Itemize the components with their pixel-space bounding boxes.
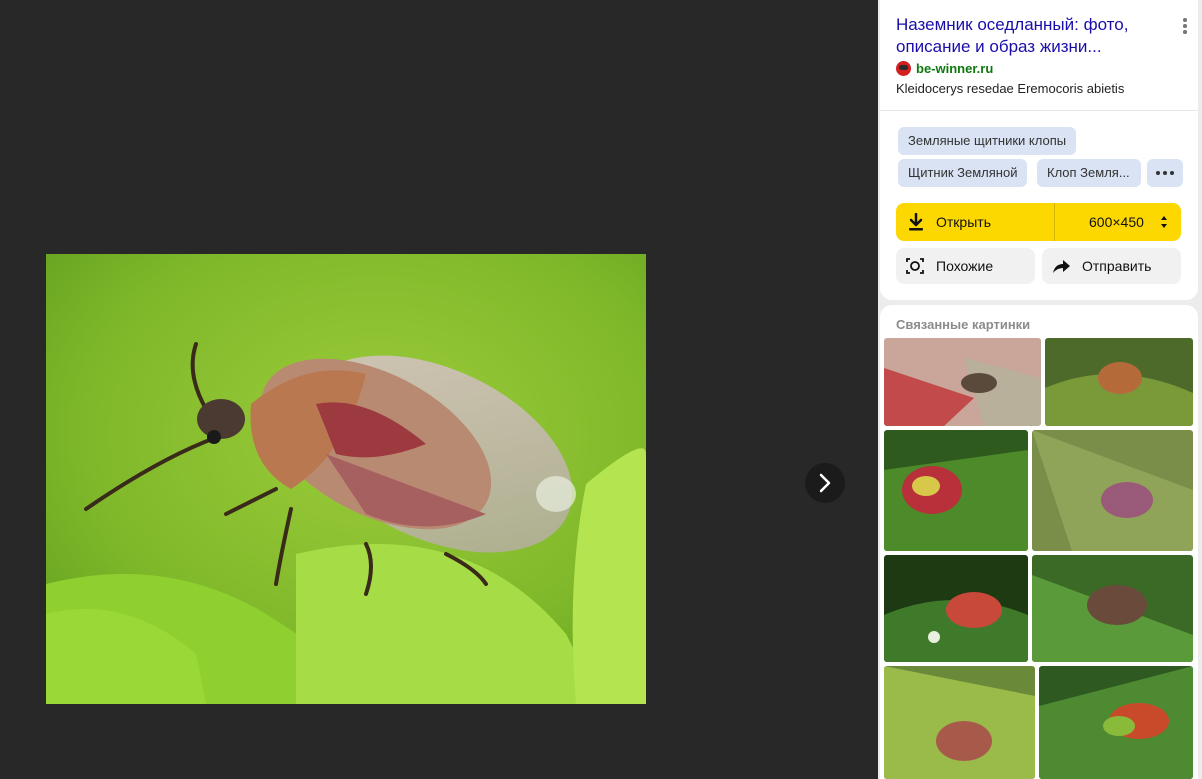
related-thumbnail[interactable] [1032, 555, 1193, 662]
image-size-select[interactable]: 600×450 [1089, 214, 1144, 230]
related-images-heading: Связанные картинки [896, 317, 1031, 332]
bug-photo [46, 254, 646, 704]
related-images-card: Связанные картинки [880, 305, 1198, 779]
camera-search-icon [906, 258, 924, 274]
download-icon [909, 213, 923, 231]
tag-item[interactable]: Земляные щитники клопы [898, 127, 1077, 155]
divider [880, 110, 1198, 111]
open-button[interactable]: Открыть 600×450 [896, 203, 1181, 241]
vertical-dots-icon[interactable] [1180, 18, 1190, 38]
size-toggle-icon[interactable] [1160, 215, 1168, 229]
side-panel: Наземник оседланный: фото, описание и об… [878, 0, 1202, 779]
related-thumbnail[interactable] [884, 666, 1035, 779]
related-thumbnail[interactable] [1032, 430, 1193, 551]
tag-item[interactable]: Клоп Земля... [1037, 159, 1141, 187]
result-title-link[interactable]: Наземник оседланный: фото, описание и об… [896, 14, 1166, 58]
horizontal-dots-icon [1156, 171, 1160, 175]
open-label: Открыть [936, 214, 991, 230]
chevron-right-icon [819, 473, 831, 493]
similar-button[interactable]: Похожие [896, 248, 1035, 284]
related-thumbnail[interactable] [1039, 666, 1193, 779]
button-separator [1054, 203, 1055, 241]
result-description: Kleidocerys resedae Eremocoris abietis [896, 81, 1125, 96]
related-thumbnail[interactable] [884, 555, 1028, 662]
result-card: Наземник оседланный: фото, описание и об… [880, 0, 1198, 300]
related-thumbnail[interactable] [1045, 338, 1193, 426]
more-tags-button[interactable] [1147, 159, 1183, 187]
related-thumbnail[interactable] [884, 338, 1041, 426]
related-thumbnail[interactable] [884, 430, 1028, 551]
site-favicon-icon [896, 61, 911, 76]
tag-item[interactable]: Щитник Земляной [898, 159, 1028, 187]
share-button[interactable]: Отправить [1042, 248, 1181, 284]
source-domain[interactable]: be-winner.ru [916, 61, 993, 76]
image-viewer [0, 0, 878, 779]
main-image[interactable] [46, 254, 646, 704]
share-label: Отправить [1082, 258, 1152, 274]
share-arrow-icon [1053, 260, 1070, 273]
source-row[interactable]: be-winner.ru [896, 61, 993, 76]
next-image-button[interactable] [805, 463, 845, 503]
similar-label: Похожие [936, 258, 994, 274]
